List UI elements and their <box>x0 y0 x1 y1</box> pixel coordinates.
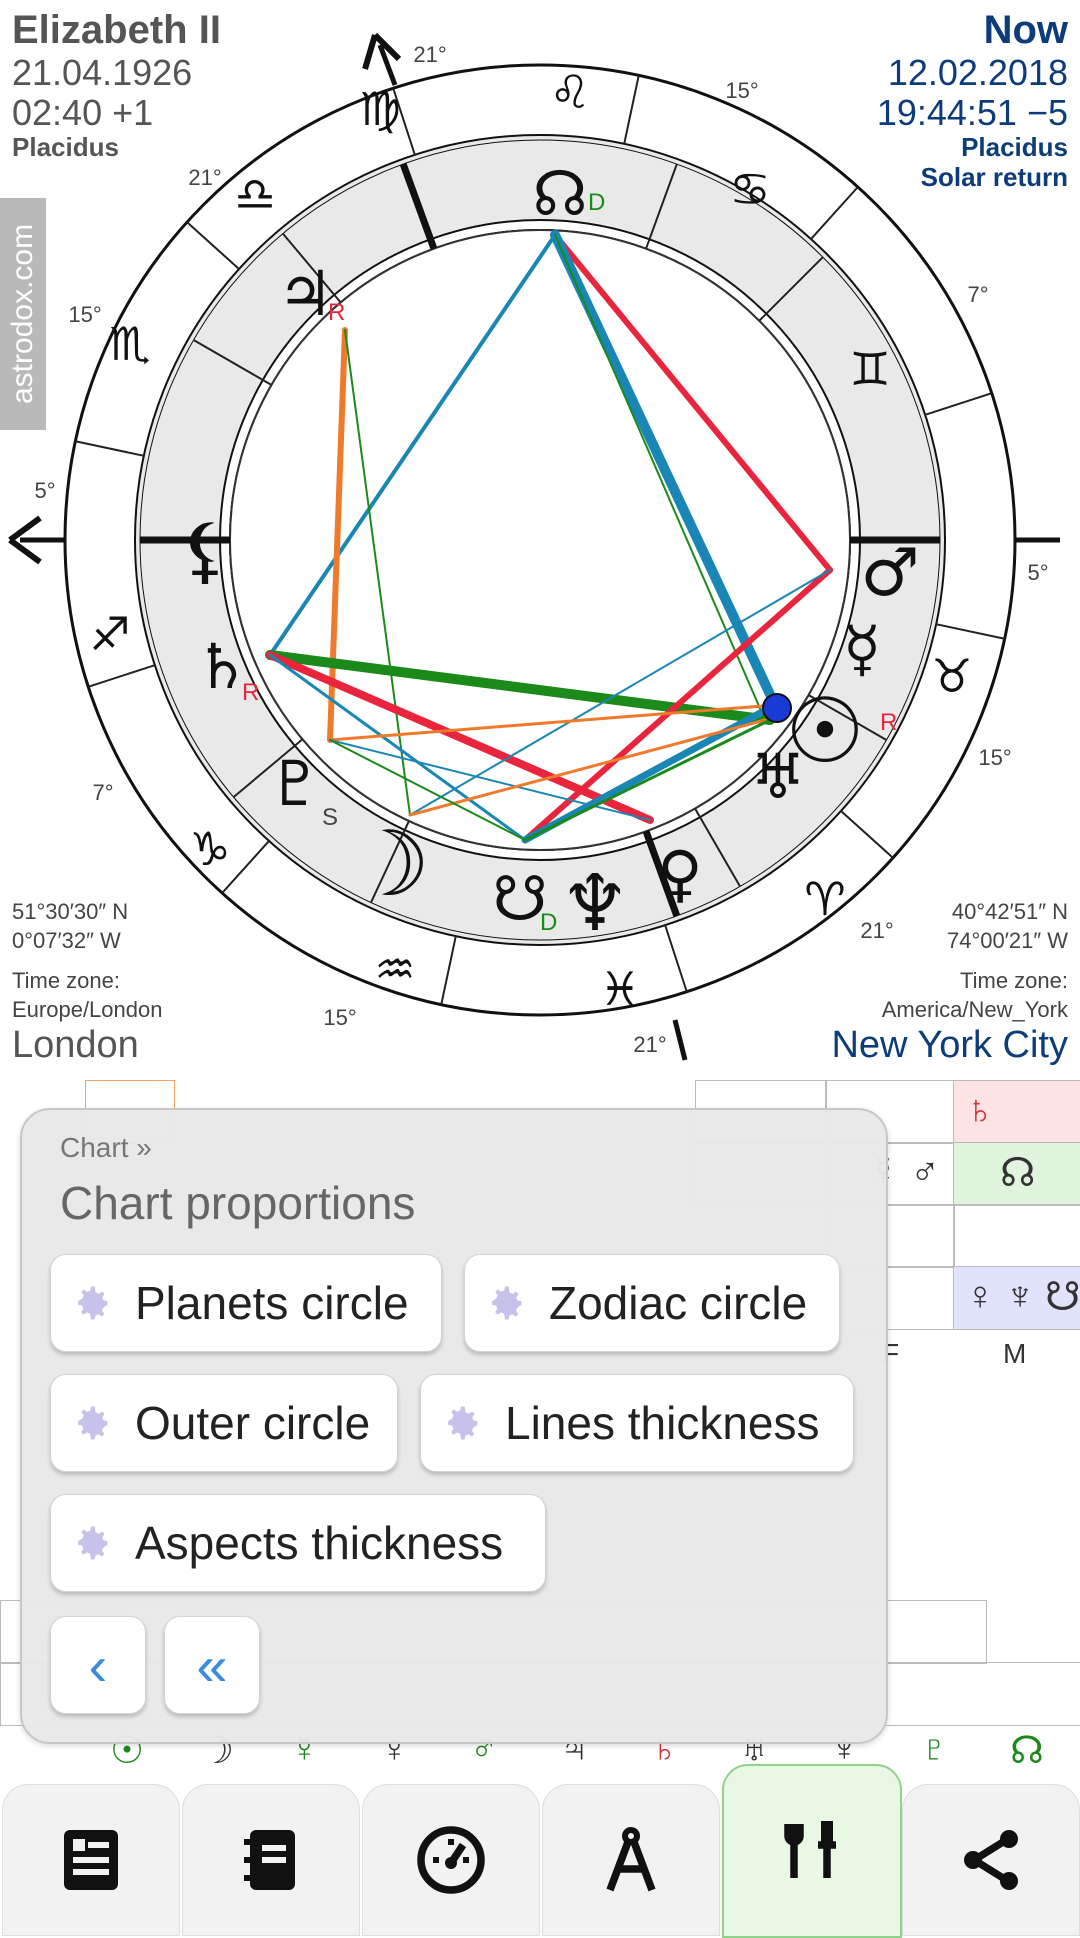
natal-tz: Europe/London <box>12 996 163 1022</box>
sign-libra: ♎ <box>234 167 275 221</box>
natal-city: London <box>12 1024 139 1066</box>
gear-icon <box>448 1406 478 1440</box>
north-node-glyph: ☊ <box>532 157 587 230</box>
sign-taurus: ♉ <box>931 649 972 703</box>
back-button[interactable]: ‹ <box>50 1616 146 1714</box>
row-node: ☊ <box>1010 1730 1044 1772</box>
gear-icon <box>78 1286 108 1320</box>
pluto-glyph: ♇ <box>267 747 323 820</box>
natal-tz-label: Time zone: <box>12 968 121 994</box>
planets-circle-label: Planets circle <box>135 1277 409 1329</box>
mars-glyph: ♂ <box>860 534 919 611</box>
natal-lon: 0°07′32″ W <box>12 927 121 953</box>
degree-label: 21° <box>188 165 221 190</box>
table-glyph: ☊ <box>1000 1151 1036 1195</box>
sign-gemini: ♊ <box>849 342 890 396</box>
bottom-toolbar <box>0 1764 1080 1938</box>
breadcrumb[interactable]: Chart » <box>60 1132 152 1164</box>
sign-virgo: ♍ <box>359 82 400 136</box>
sign-leo: ♌ <box>549 65 590 119</box>
gear-icon <box>78 1406 108 1440</box>
gauge-icon <box>417 1826 485 1894</box>
degree-label: 7° <box>92 780 113 805</box>
sign-aquarius: ♒ <box>374 942 415 996</box>
lines-thickness-button[interactable]: Lines thickness <box>420 1374 854 1472</box>
table-glyph: ♂ <box>910 1150 940 1194</box>
degree-label: 15° <box>978 745 1011 770</box>
venus-glyph: ♀ <box>657 837 702 910</box>
sign-pisces: ♓ <box>599 962 640 1016</box>
transit-tz-label: Time zone: <box>959 968 1068 994</box>
chart-proportions-popup: Chart » Chart proportions Planets circle… <box>20 1108 888 1744</box>
transit-coordinates: 40°42′51″ N 74°00′21″ W Time zone: Ameri… <box>882 898 1068 1024</box>
planets-circle-button[interactable]: Planets circle <box>50 1254 442 1352</box>
moon-glyph: ☽ <box>350 812 431 917</box>
transit-lat: 40°42′51″ N <box>951 899 1068 924</box>
tools-icon <box>784 1821 836 1878</box>
tab-data-sheet[interactable] <box>2 1784 180 1936</box>
compass-icon <box>606 1827 656 1892</box>
pluto-station: S <box>322 804 338 831</box>
back-to-top-button[interactable]: « <box>164 1616 260 1714</box>
degree-label: 21° <box>413 42 446 67</box>
degree-label: 15° <box>68 302 101 327</box>
zodiac-circle-button[interactable]: Zodiac circle <box>464 1254 840 1352</box>
tab-gauge[interactable] <box>362 1784 540 1936</box>
transit-lon: 74°00′21″ W <box>947 927 1068 953</box>
neptune-glyph: ♆ <box>560 859 630 949</box>
aspects-thickness-button[interactable]: Aspects thickness <box>50 1494 546 1592</box>
transit-city: New York City <box>831 1024 1068 1066</box>
table-glyph: ☋ <box>1045 1275 1080 1319</box>
sign-aries: ♈ <box>804 872 845 926</box>
mercury-glyph: ☿ <box>843 612 881 685</box>
degree-label: 5° <box>1027 560 1048 585</box>
saturn-retro: R <box>242 679 259 706</box>
sun-glyph: ☉ <box>785 679 866 784</box>
outer-circle-button[interactable]: Outer circle <box>50 1374 398 1472</box>
notebook-icon <box>244 1830 295 1890</box>
degree-label: 21° <box>633 1032 666 1057</box>
jupiter-retro: R <box>328 299 345 326</box>
node-direct: D <box>588 189 605 216</box>
jupiter-glyph: ♃ <box>277 257 333 330</box>
sign-sagittarius: ♐ <box>89 607 130 661</box>
tab-share[interactable] <box>902 1784 1080 1936</box>
tab-tools[interactable] <box>722 1764 902 1938</box>
col-label-m: M <box>1003 1338 1027 1369</box>
popup-title: Chart proportions <box>60 1177 416 1229</box>
row-pluto: ♇ <box>920 1728 949 1770</box>
mercury-retro: R <box>880 709 897 736</box>
share-icon <box>964 1830 1018 1890</box>
degree-label: 5° <box>34 478 55 503</box>
tab-compass[interactable] <box>542 1784 720 1936</box>
table-glyph: ♄ <box>965 1088 995 1132</box>
gear-icon <box>78 1526 108 1560</box>
degree-label: 7° <box>967 282 988 307</box>
sign-scorpio: ♏ <box>109 317 150 371</box>
lilith-glyph: ⚸ <box>179 508 232 592</box>
lines-thickness-label: Lines thickness <box>505 1397 820 1449</box>
tab-notebook[interactable] <box>182 1784 360 1936</box>
aspects-thickness-label: Aspects thickness <box>135 1517 504 1569</box>
transit-tz: America/New_York <box>881 996 1068 1022</box>
zodiac-circle-label: Zodiac circle <box>549 1277 808 1329</box>
data-sheet-icon <box>64 1830 118 1890</box>
south-node-direct: D <box>540 909 557 936</box>
natal-lat: 51°30′30″ N <box>12 899 129 924</box>
outer-circle-label: Outer circle <box>135 1397 371 1449</box>
sign-cancer: ♋ <box>729 162 770 216</box>
degree-label: 15° <box>323 1005 356 1030</box>
table-glyph: ♆ <box>1005 1274 1035 1318</box>
sign-capricorn: ♑ <box>189 822 230 876</box>
natal-coordinates: 51°30′30″ N 0°07′32″ W Time zone: Europe… <box>12 898 162 1024</box>
gear-icon <box>492 1286 522 1320</box>
degree-label: 15° <box>725 78 758 103</box>
table-glyph: ♀ <box>965 1274 995 1318</box>
